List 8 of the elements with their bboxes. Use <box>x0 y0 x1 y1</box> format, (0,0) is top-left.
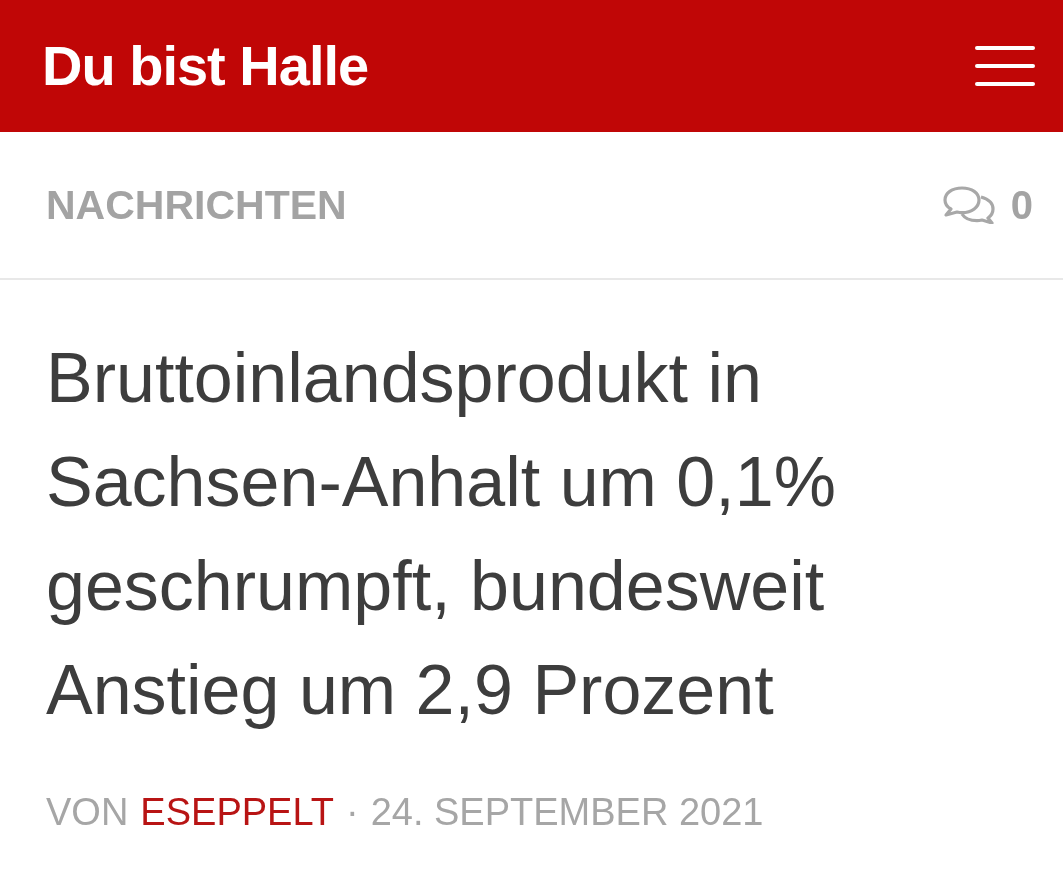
publish-date: 24. SEPTEMBER 2021 <box>370 790 764 835</box>
menu-icon[interactable] <box>975 46 1035 86</box>
byline-prefix: VON <box>46 790 129 835</box>
author-link[interactable]: ESEPPELT <box>140 788 334 836</box>
article-headline: Bruttoinlandsprodukt in Sachsen-Anhalt um 0,1% geschrumpft, bundesweit Anstieg um 2,9 Prozent <box>46 338 837 731</box>
comment-count: 0 <box>1010 185 1033 225</box>
byline-separator: · <box>345 790 359 835</box>
site-title[interactable]: Du bist Halle <box>42 38 369 94</box>
